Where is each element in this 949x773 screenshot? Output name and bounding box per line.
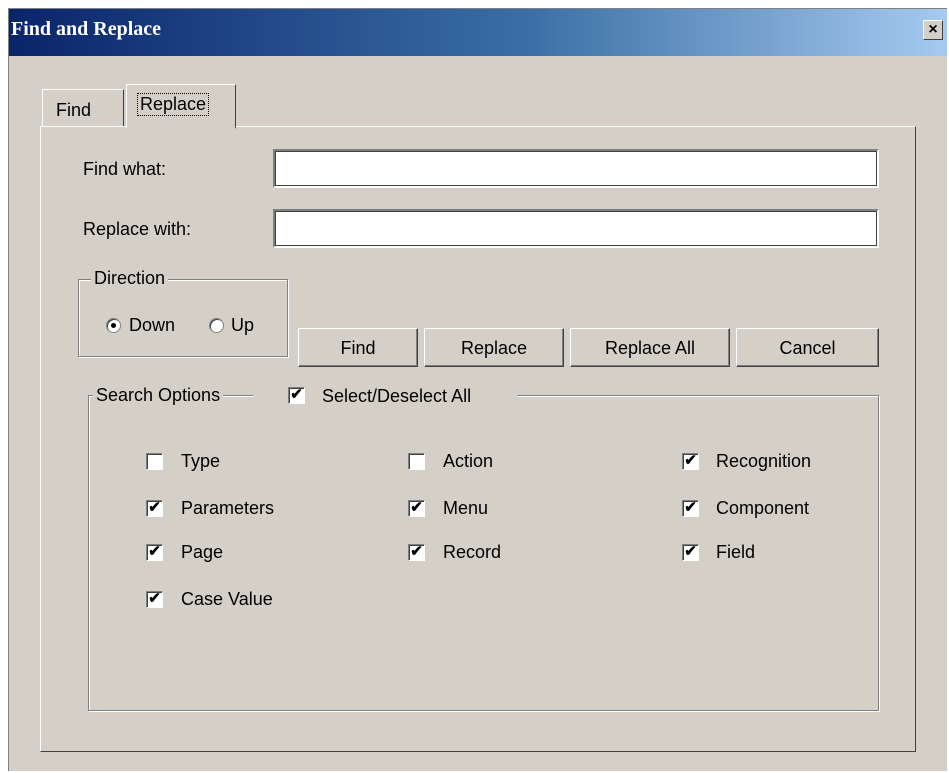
page-label: Page (181, 542, 224, 562)
page-checkbox[interactable]: ✔ (146, 544, 163, 561)
check-icon: ✔ (410, 543, 423, 560)
find-button[interactable]: Find (298, 328, 418, 367)
component-label: Component (716, 498, 810, 518)
search-options-legend: Search Options (93, 385, 224, 406)
select-all-checkbox[interactable]: ✔ (288, 387, 305, 404)
component-checkbox[interactable]: ✔ (682, 500, 699, 517)
cancel-button[interactable]: Cancel (736, 328, 879, 367)
menu-label: Menu (443, 498, 489, 518)
tab-find-label: Find (56, 100, 92, 120)
case-value-checkbox[interactable]: ✔ (146, 591, 163, 608)
direction-legend: Direction (91, 268, 169, 289)
radio-dot-icon (111, 323, 116, 328)
check-icon: ✔ (148, 499, 161, 516)
field-checkbox[interactable]: ✔ (682, 544, 699, 561)
record-checkbox[interactable]: ✔ (408, 544, 425, 561)
close-icon: × (928, 21, 938, 38)
case-value-label: Case Value (181, 589, 273, 609)
tab-replace[interactable]: Replace (126, 84, 236, 129)
tab-replace-label: Replace (137, 93, 210, 116)
check-icon: ✔ (410, 499, 423, 516)
menu-checkbox[interactable]: ✔ (408, 500, 425, 517)
replace-button[interactable]: Replace (424, 328, 564, 367)
check-icon: ✔ (684, 543, 697, 560)
check-icon: ✔ (290, 386, 303, 403)
action-label: Action (443, 451, 494, 471)
check-icon: ✔ (684, 452, 697, 469)
window-title: Find and Replace (11, 18, 162, 40)
parameters-checkbox[interactable]: ✔ (146, 500, 163, 517)
check-icon: ✔ (684, 499, 697, 516)
action-checkbox[interactable] (408, 453, 425, 470)
replace-with-input[interactable] (273, 209, 879, 248)
close-button[interactable]: × (923, 20, 943, 40)
select-all-label: Select/Deselect All (322, 386, 472, 406)
record-label: Record (443, 542, 502, 562)
parameters-label: Parameters (181, 498, 275, 518)
replace-with-label: Replace with: (83, 219, 192, 239)
type-label: Type (181, 451, 221, 471)
select-all-row[interactable]: ✔ Select/Deselect All (255, 383, 517, 411)
field-label: Field (716, 542, 756, 562)
tab-find[interactable]: Find (42, 89, 124, 127)
find-what-label: Find what: (83, 159, 167, 179)
find-replace-dialog: Find and Replace × Find Replace Find wha… (8, 8, 947, 771)
check-icon: ✔ (148, 543, 161, 560)
radio-down[interactable] (106, 318, 121, 333)
recognition-label: Recognition (716, 451, 812, 471)
replace-all-button[interactable]: Replace All (570, 328, 730, 367)
type-checkbox[interactable] (146, 453, 163, 470)
radio-up[interactable] (209, 318, 224, 333)
radio-down-label: Down (129, 315, 176, 335)
find-what-input[interactable] (273, 149, 879, 188)
title-bar[interactable]: Find and Replace × (9, 9, 947, 56)
radio-up-label: Up (231, 315, 255, 335)
recognition-checkbox[interactable]: ✔ (682, 453, 699, 470)
check-icon: ✔ (148, 590, 161, 607)
